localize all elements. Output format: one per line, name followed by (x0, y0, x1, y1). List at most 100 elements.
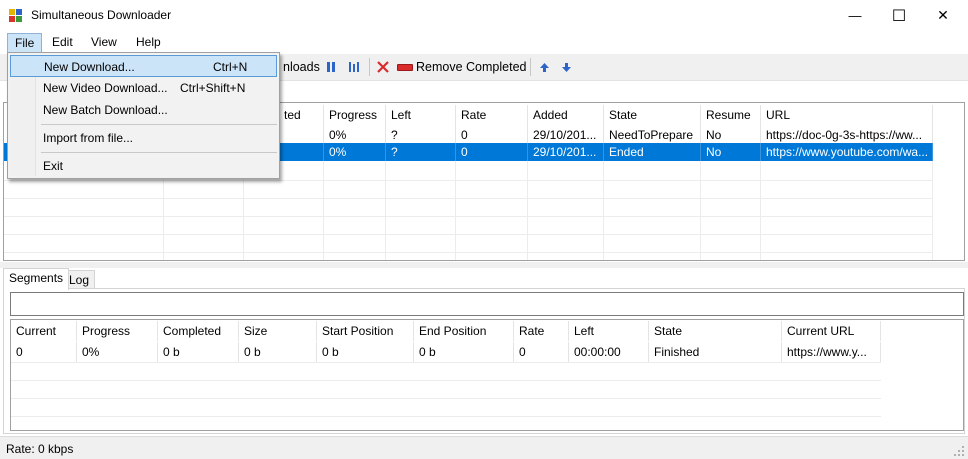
cell-progress: 0% (324, 143, 386, 161)
pause-all-icon[interactable] (325, 61, 337, 73)
cell-left: ? (386, 143, 456, 161)
cell-added: 29/10/201... (528, 125, 604, 145)
column-header-left[interactable]: Left (569, 321, 649, 341)
column-header-current[interactable]: Current (11, 321, 77, 341)
column-header-added[interactable]: Added (528, 105, 604, 125)
grid-line (4, 180, 933, 181)
close-button[interactable]: ✕ (920, 0, 966, 31)
downloads-button-label[interactable]: nloads (283, 60, 320, 74)
segments-progress-bar (10, 292, 964, 316)
column-header-state[interactable]: State (649, 321, 782, 341)
grid-line (932, 161, 933, 260)
cell-size: 0 b (239, 342, 317, 362)
menu-view[interactable]: View (84, 33, 124, 53)
grid-line (4, 234, 933, 235)
segments-panel: Current Progress Completed Size Start Po… (3, 288, 965, 434)
remove-completed-icon (397, 64, 413, 71)
cell-url: https://www.youtube.com/wa... (761, 143, 933, 161)
segments-grid-header: Current Progress Completed Size Start Po… (11, 321, 881, 341)
cell-current: 0 (11, 342, 77, 362)
column-header-progress[interactable]: Progress (77, 321, 158, 341)
cell-completed: 0 b (158, 342, 239, 362)
cell-rate: 0 (456, 143, 528, 161)
cell-end-position: 0 b (414, 342, 514, 362)
grid-line (11, 380, 881, 381)
column-header-end-position[interactable]: End Position (414, 321, 514, 341)
cell-current-url: https://www.y... (782, 342, 881, 362)
minimize-button[interactable]: — (832, 0, 878, 31)
cell-left: ? (386, 125, 456, 145)
menu-item-shortcut: Ctrl+Shift+N (180, 81, 246, 95)
menu-item-label: New Batch Download... (43, 103, 168, 117)
menu-item-new-download[interactable]: New Download... Ctrl+N (10, 55, 277, 77)
cell-progress: 0% (324, 125, 386, 145)
menu-item-label: Exit (43, 159, 64, 173)
column-header-progress[interactable]: Progress (324, 105, 386, 125)
stop-all-icon[interactable] (348, 61, 362, 73)
menu-item-new-video-download[interactable]: New Video Download... Ctrl+Shift+N (10, 77, 277, 99)
grid-line (11, 416, 881, 417)
menu-item-label: Import from file... (43, 131, 134, 145)
menu-separator (41, 124, 277, 125)
grid-line (4, 198, 933, 199)
column-header-resume[interactable]: Resume (701, 105, 761, 125)
segment-row[interactable]: 0 0% 0 b 0 b 0 b 0 b 0 00:00:00 Finished… (11, 342, 881, 362)
title-bar: Simultaneous Downloader — ☐ ✕ (0, 0, 968, 31)
grid-line (11, 398, 881, 399)
column-header-current-url[interactable]: Current URL (782, 321, 881, 341)
grid-line (11, 362, 881, 363)
tab-segments[interactable]: Segments (3, 268, 70, 290)
menu-file[interactable]: File (7, 33, 43, 53)
column-header-left[interactable]: Left (386, 105, 456, 125)
toolbar-separator (369, 58, 370, 76)
status-bar: Rate: 0 kbps (0, 436, 968, 459)
cell-progress: 0% (77, 342, 158, 362)
menu-item-import-from-file[interactable]: Import from file... (10, 127, 277, 149)
cell-rate: 0 (456, 125, 528, 145)
menu-bar: File Edit View Help (0, 31, 968, 53)
move-down-icon[interactable] (561, 62, 572, 73)
close-icon: ✕ (937, 7, 949, 23)
grid-line (4, 252, 933, 253)
menu-item-new-batch-download[interactable]: New Batch Download... (10, 99, 277, 121)
minimize-icon: — (848, 8, 862, 23)
grid-line (323, 161, 324, 260)
cell-added: 29/10/201... (528, 143, 604, 161)
cell-state: NeedToPrepare (604, 125, 701, 145)
toolbar-separator (530, 58, 531, 76)
menu-item-exit[interactable]: Exit (10, 155, 277, 177)
menu-help[interactable]: Help (129, 33, 168, 53)
resize-grip-icon[interactable] (954, 446, 965, 457)
status-rate-label: Rate: (6, 442, 35, 456)
column-header-url[interactable]: URL (761, 105, 933, 125)
column-header-start-position[interactable]: Start Position (317, 321, 414, 341)
grid-line (455, 161, 456, 260)
remove-icon[interactable] (376, 60, 390, 74)
cell-start-position: 0 b (317, 342, 414, 362)
move-up-icon[interactable] (539, 62, 550, 73)
grid-line (700, 161, 701, 260)
menu-separator (41, 152, 277, 153)
menu-item-label: New Video Download... (43, 81, 168, 95)
cell-state: Finished (649, 342, 782, 362)
column-header-rate[interactable]: Rate (456, 105, 528, 125)
menu-edit[interactable]: Edit (45, 33, 80, 53)
column-header-size[interactable]: Size (239, 321, 317, 341)
grid-line (760, 161, 761, 260)
menu-item-shortcut: Ctrl+N (213, 60, 248, 74)
cell-left: 00:00:00 (569, 342, 649, 362)
remove-completed-button[interactable]: Remove Completed (416, 60, 526, 74)
column-header-completed[interactable]: Completed (158, 321, 239, 341)
column-header-rate[interactable]: Rate (514, 321, 569, 341)
tab-strip: Segments Log (0, 268, 968, 290)
segments-grid: Current Progress Completed Size Start Po… (10, 319, 964, 431)
grid-line (527, 161, 528, 260)
cell-resume: No (701, 125, 761, 145)
grid-line (603, 161, 604, 260)
window-title: Simultaneous Downloader (31, 8, 172, 22)
grid-line (385, 161, 386, 260)
maximize-button[interactable]: ☐ (876, 0, 922, 31)
cell-state: Ended (604, 143, 701, 161)
cell-rate: 0 (514, 342, 569, 362)
column-header-state[interactable]: State (604, 105, 701, 125)
